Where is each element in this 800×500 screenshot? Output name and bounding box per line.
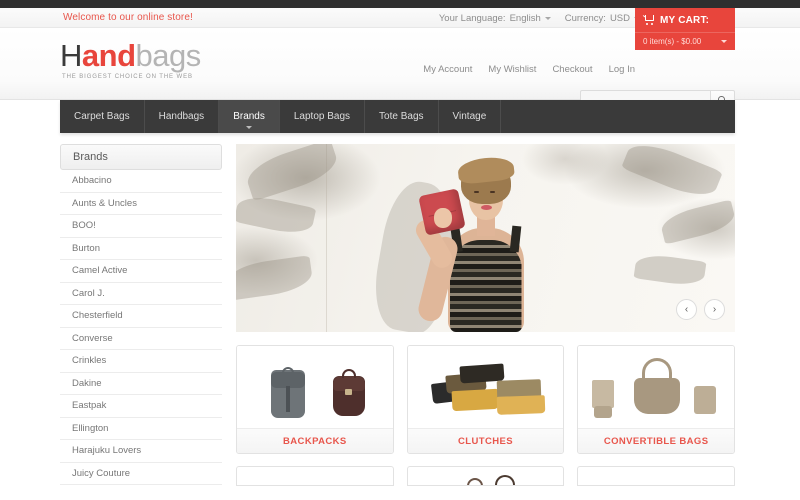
slider-next-button[interactable]: › — [704, 299, 725, 320]
sidebar-item-boo[interactable]: BOO! — [60, 215, 222, 238]
link-checkout[interactable]: Checkout — [552, 64, 592, 75]
site-logo[interactable]: Handbags THE BIGGEST CHOICE ON THE WEB — [60, 40, 201, 80]
sidebar-item-abbacino[interactable]: Abbacino — [60, 170, 222, 193]
cart-title: MY CART: — [660, 14, 710, 26]
logo-wordmark: Handbags — [60, 40, 201, 71]
sidebar-item-dakine[interactable]: Dakine — [60, 373, 222, 395]
cart-summary: 0 item(s) - $0.00 — [643, 37, 702, 46]
main-content: Brands Abbacino Aunts & Uncles BOO! Burt… — [0, 144, 800, 497]
hero-slider-controls: ‹ › — [676, 299, 725, 320]
sidebar-item-chesterfield[interactable]: Chesterfield — [60, 305, 222, 328]
hero-slider: ‹ › — [236, 144, 735, 332]
logo-part-2: and — [81, 38, 136, 73]
convertible-bags-image — [578, 346, 734, 428]
top-dark-strip — [0, 0, 800, 8]
content-column: ‹ › BACKPACKS CLUTCHES CONVERTIBLE BAGS — [236, 144, 735, 497]
link-my-wishlist[interactable]: My Wishlist — [488, 64, 536, 75]
category-label-convertible-bags[interactable]: CONVERTIBLE BAGS — [578, 428, 734, 453]
currency-selector[interactable]: Currency: USD — [565, 13, 640, 24]
category-tile-partial[interactable] — [577, 466, 735, 486]
welcome-message: Welcome to our online store! — [63, 12, 193, 23]
sidebar-item-ellington[interactable]: Ellington — [60, 418, 222, 440]
logo-part-1: H — [60, 38, 82, 73]
nav-label: Laptop Bags — [293, 111, 351, 122]
nav-item-brands[interactable]: Brands — [219, 100, 280, 133]
sidebar-item-eastpak[interactable]: Eastpak — [60, 395, 222, 418]
language-selector[interactable]: Your Language: English — [439, 13, 551, 24]
brand-list: Abbacino Aunts & Uncles BOO! Burton Came… — [60, 170, 222, 485]
nav-item-carpet-bags[interactable]: Carpet Bags — [60, 100, 145, 133]
logo-part-3: bags — [135, 38, 202, 73]
language-value: English — [509, 13, 541, 24]
category-label-clutches[interactable]: CLUTCHES — [407, 428, 564, 453]
nav-label: Vintage — [452, 111, 487, 122]
nav-item-laptop-bags[interactable]: Laptop Bags — [280, 100, 366, 133]
shopping-cart-icon — [642, 15, 655, 25]
link-my-account[interactable]: My Account — [423, 64, 472, 75]
sidebar-item-camel-active[interactable]: Camel Active — [60, 260, 222, 283]
sidebar-title: Brands — [60, 144, 222, 170]
nav-label: Tote Bags — [379, 111, 424, 122]
sidebar-item-juicy-couture[interactable]: Juicy Couture — [60, 463, 222, 485]
nav-label: Handbags — [158, 111, 205, 122]
category-tile-partial[interactable] — [236, 466, 394, 486]
category-tile-backpacks[interactable]: BACKPACKS — [236, 345, 394, 454]
nav-label: Brands — [233, 111, 265, 122]
chevron-down-icon — [246, 126, 253, 129]
currency-value: USD — [609, 13, 630, 24]
nav-label: Carpet Bags — [74, 111, 130, 122]
nav-item-handbags[interactable]: Handbags — [145, 100, 220, 133]
clutches-image — [407, 346, 564, 428]
account-links: My Account My Wishlist Checkout Log In — [423, 64, 635, 75]
cart-summary-row[interactable]: 0 item(s) - $0.00 — [635, 32, 735, 50]
category-label-backpacks[interactable]: BACKPACKS — [237, 428, 393, 453]
bag-handle-icon — [466, 478, 483, 485]
locale-selectors: Your Language: English Currency: USD — [439, 13, 640, 24]
main-navigation: Carpet Bags Handbags Brands Laptop Bags … — [60, 100, 735, 133]
logo-tagline: THE BIGGEST CHOICE ON THE WEB — [62, 74, 193, 80]
sidebar-item-converse[interactable]: Converse — [60, 328, 222, 350]
link-log-in[interactable]: Log In — [609, 64, 635, 75]
nav-item-tote-bags[interactable]: Tote Bags — [365, 100, 439, 133]
category-tile-convertible-bags[interactable]: CONVERTIBLE BAGS — [577, 345, 735, 454]
sidebar-item-burton[interactable]: Burton — [60, 238, 222, 260]
language-label: Your Language: — [438, 13, 506, 24]
sidebar: Brands Abbacino Aunts & Uncles BOO! Burt… — [60, 144, 222, 497]
category-tiles: BACKPACKS CLUTCHES CONVERTIBLE BAGS — [236, 345, 735, 454]
category-tile-clutches[interactable]: CLUTCHES — [406, 345, 565, 454]
currency-label: Currency: — [564, 13, 606, 24]
backpacks-image — [237, 346, 393, 428]
chevron-down-icon — [721, 40, 727, 43]
slider-prev-button[interactable]: ‹ — [676, 299, 697, 320]
chevron-down-icon — [544, 17, 551, 20]
main-navigation-area: Carpet Bags Handbags Brands Laptop Bags … — [0, 100, 800, 144]
category-tiles-row-2 — [236, 466, 735, 486]
sidebar-item-crinkles[interactable]: Crinkles — [60, 350, 222, 373]
sidebar-item-harajuku-lovers[interactable]: Harajuku Lovers — [60, 440, 222, 463]
category-tile-partial[interactable] — [406, 466, 565, 486]
sidebar-item-aunts-uncles[interactable]: Aunts & Uncles — [60, 193, 222, 215]
bag-handle-icon — [494, 475, 515, 485]
cart-header[interactable]: MY CART: — [635, 8, 735, 32]
nav-item-vintage[interactable]: Vintage — [439, 100, 502, 133]
sidebar-item-carol-j[interactable]: Carol J. — [60, 283, 222, 305]
top-utility-bar: Welcome to our online store! Your Langua… — [0, 8, 800, 50]
cart-widget[interactable]: MY CART: 0 item(s) - $0.00 — [635, 8, 735, 50]
